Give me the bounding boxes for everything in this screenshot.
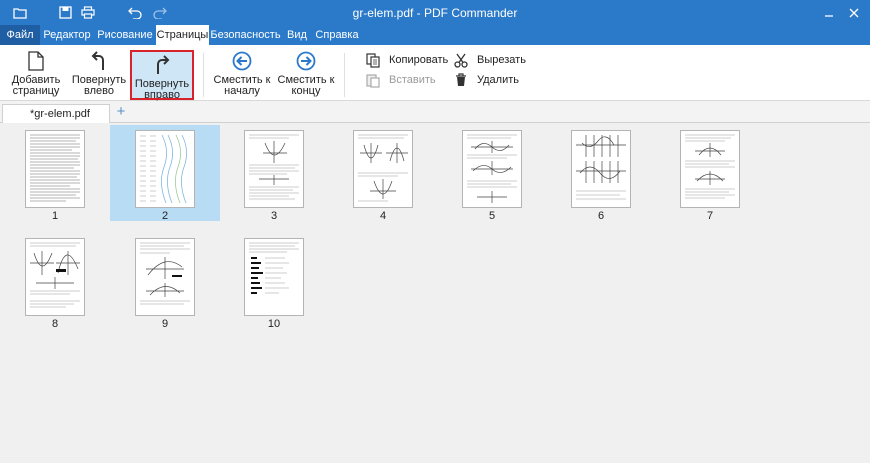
- page-thumbnail[interactable]: 3: [219, 125, 329, 222]
- page-thumbnail[interactable]: 10: [219, 233, 329, 330]
- add-page-button[interactable]: Добавить страницу: [8, 50, 64, 100]
- ribbon-tabs: Файл Редактор Рисование Страницы Безопас…: [0, 25, 870, 58]
- page-thumbnail[interactable]: 8: [0, 233, 110, 330]
- cut-button[interactable]: Вырезать: [451, 51, 526, 69]
- cut-label: Вырезать: [477, 54, 526, 66]
- printer-icon: [81, 6, 95, 19]
- ribbon-pages: Добавить страницу Повернуть влево Поверн…: [0, 45, 870, 101]
- rotate-left-label: Повернуть влево: [71, 74, 127, 97]
- print-button[interactable]: [78, 3, 98, 22]
- page-number: 7: [706, 210, 714, 222]
- trash-icon: [456, 73, 466, 86]
- copy-button[interactable]: Копировать: [363, 51, 448, 69]
- page-number: 2: [161, 210, 169, 222]
- page-preview: [353, 130, 413, 208]
- page-thumbnail[interactable]: 4: [328, 125, 438, 222]
- page-preview: [135, 238, 195, 316]
- page-number: 9: [161, 318, 169, 330]
- ribbon-separator: [203, 53, 204, 97]
- plus-icon: +: [116, 103, 126, 120]
- page-preview: [25, 238, 85, 316]
- move-to-start-button[interactable]: Сместить к началу: [212, 50, 272, 100]
- tab-help[interactable]: Справка: [312, 25, 362, 45]
- page-number: 10: [267, 318, 281, 330]
- tab-security[interactable]: Безопасность: [209, 25, 282, 45]
- tab-view[interactable]: Вид: [282, 25, 312, 45]
- page-thumbnail[interactable]: 1: [0, 125, 110, 222]
- add-tab-button[interactable]: +: [114, 103, 128, 120]
- document-tab[interactable]: *gr-elem.pdf: [2, 104, 110, 124]
- undo-icon: [128, 7, 142, 19]
- move-to-start-label: Сместить к началу: [213, 74, 271, 97]
- page-thumbnails-area: 1 2 3 4 5 6 7 8 9 10: [0, 123, 870, 463]
- close-button[interactable]: [843, 3, 865, 22]
- tab-pages[interactable]: Страницы: [156, 25, 209, 45]
- delete-label: Удалить: [477, 74, 519, 86]
- rotate-right-button[interactable]: Повернуть вправо: [130, 50, 194, 101]
- page-preview: [244, 238, 304, 316]
- rotate-right-label: Повернуть вправо: [134, 78, 190, 101]
- page-thumbnail[interactable]: 6: [546, 125, 656, 222]
- page-thumbnail[interactable]: 5: [437, 125, 547, 222]
- tab-file-label: Файл: [6, 29, 34, 41]
- title-bar: gr-elem.pdf - PDF Commander: [0, 0, 870, 25]
- copy-icon: [366, 52, 380, 68]
- arrow-right-circle-icon: [296, 51, 316, 71]
- move-to-end-label: Сместить к концу: [277, 74, 335, 97]
- paste-icon: [366, 73, 380, 88]
- move-to-end-button[interactable]: Сместить к концу: [276, 50, 336, 100]
- rotate-left-icon: [91, 51, 104, 70]
- rotate-right-icon: [157, 55, 170, 74]
- page-preview: [25, 130, 85, 208]
- page-preview: [135, 130, 195, 208]
- scissors-icon: [454, 53, 468, 68]
- save-icon: [58, 6, 72, 19]
- close-icon: [849, 8, 859, 17]
- page-preview: [680, 130, 740, 208]
- redo-icon: [153, 7, 167, 19]
- tab-editor[interactable]: Редактор: [40, 25, 94, 45]
- new-page-icon: [28, 51, 44, 71]
- page-preview: [244, 130, 304, 208]
- page-preview: [462, 130, 522, 208]
- tab-drawing[interactable]: Рисование: [94, 25, 156, 45]
- save-button[interactable]: [55, 3, 75, 22]
- page-number: 8: [51, 318, 59, 330]
- page-thumbnail[interactable]: 2: [110, 125, 220, 222]
- minimize-button[interactable]: [818, 3, 840, 22]
- page-thumbnail[interactable]: 9: [110, 233, 220, 330]
- ribbon-separator: [344, 53, 345, 97]
- document-tab-bar: *gr-elem.pdf +: [0, 101, 870, 124]
- page-number: 3: [270, 210, 278, 222]
- page-number: 4: [379, 210, 387, 222]
- minimize-icon: [825, 14, 833, 17]
- paste-button[interactable]: Вставить: [363, 71, 436, 89]
- delete-button[interactable]: Удалить: [451, 71, 519, 89]
- page-number: 1: [51, 210, 59, 222]
- paste-label: Вставить: [389, 74, 436, 86]
- rotate-left-button[interactable]: Повернуть влево: [70, 50, 128, 100]
- add-page-label: Добавить страницу: [11, 74, 61, 97]
- copy-label: Копировать: [389, 54, 449, 66]
- open-folder-button[interactable]: [10, 3, 30, 22]
- page-number: 6: [597, 210, 605, 222]
- undo-button[interactable]: [125, 3, 145, 22]
- page-preview: [571, 130, 631, 208]
- page-number: 5: [488, 210, 496, 222]
- page-thumbnail[interactable]: 7: [655, 125, 765, 222]
- tab-file[interactable]: Файл: [0, 25, 40, 58]
- redo-button[interactable]: [150, 3, 170, 22]
- arrow-left-circle-icon: [232, 51, 252, 71]
- folder-icon: [13, 7, 27, 19]
